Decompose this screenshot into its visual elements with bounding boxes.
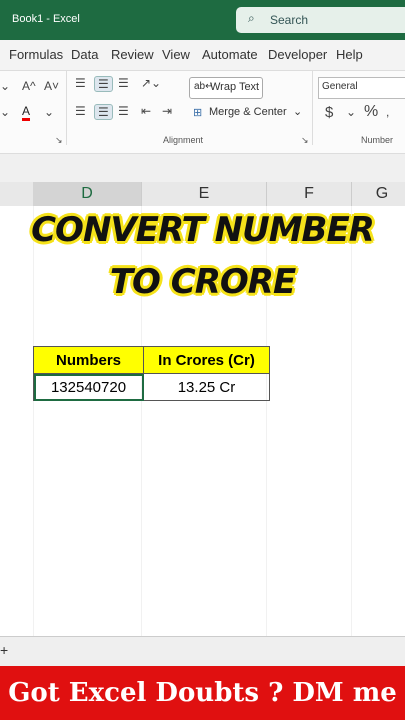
dialog-launcher-icon[interactable]: ↘	[301, 135, 309, 146]
merge-icon: ⊞	[193, 107, 203, 119]
orientation-icon[interactable]: ↗⌄	[141, 76, 161, 90]
data-table: Numbers In Crores (Cr) 132540720 13.25 C…	[33, 346, 270, 401]
increase-indent-icon[interactable]: ⇥	[162, 104, 172, 118]
align-left-icon[interactable]: ☰	[75, 104, 86, 118]
align-middle-icon[interactable]: ☰	[94, 76, 113, 92]
font-dialog-launcher-icon[interactable]: ↘	[55, 135, 63, 146]
menu-review[interactable]: Review	[111, 47, 154, 62]
wrap-text-label: Wrap Text	[210, 81, 260, 93]
footer-banner: Got Excel Doubts ? DM me	[0, 666, 405, 720]
percent-button[interactable]: %	[364, 103, 378, 121]
search-box[interactable]: ⌕ Search	[236, 7, 405, 33]
group-label-number: Number	[361, 135, 394, 145]
decrease-font-button[interactable]: A˅	[44, 79, 59, 93]
window-title: Book1 - Excel	[12, 13, 80, 25]
header-numbers[interactable]: Numbers	[33, 346, 144, 374]
cell-crores[interactable]: 13.25 Cr	[143, 373, 270, 401]
align-center-icon[interactable]: ☰	[94, 104, 113, 120]
font-color-button[interactable]: A	[22, 104, 31, 121]
overlay-title-line2: TO CRORE	[109, 262, 296, 302]
align-right-icon[interactable]: ☰	[118, 104, 129, 118]
number-format-dropdown[interactable]: General	[318, 77, 405, 99]
increase-font-button[interactable]: A^	[22, 79, 36, 93]
cell-number[interactable]: 132540720	[33, 373, 144, 401]
menu-data[interactable]: Data	[71, 47, 98, 62]
column-header-e[interactable]: E	[142, 182, 267, 207]
title-bar: Book1 - Excel ⌕ Search	[0, 0, 405, 40]
search-icon: ⌕	[248, 11, 255, 25]
comma-style-icon[interactable]: ,	[386, 105, 389, 119]
align-top-icon[interactable]: ☰	[75, 76, 86, 90]
chevron-down-icon: ⌄	[293, 106, 303, 118]
menu-bar: Formulas Data Review View Automate Devel…	[0, 40, 405, 71]
overlay-title-line1: CONVERT NUMBER	[31, 210, 375, 250]
align-bottom-icon[interactable]: ☰	[118, 76, 129, 90]
table-header-row: Numbers In Crores (Cr)	[33, 346, 270, 374]
merge-center-button[interactable]: ⊞ Merge & Center ⌄	[189, 103, 304, 123]
menu-formulas[interactable]: Formulas	[9, 47, 63, 62]
font-size-dropdown[interactable]: ⌄	[0, 79, 10, 93]
wrap-text-button[interactable]: ab↵ Wrap Text	[189, 77, 263, 99]
menu-automate[interactable]: Automate	[202, 47, 258, 62]
sheet-tab-bar: +	[0, 636, 405, 667]
merge-center-label: Merge & Center	[209, 106, 287, 118]
number-format-value: General	[322, 81, 358, 92]
currency-dropdown-icon[interactable]: ⌄	[346, 105, 356, 119]
menu-view[interactable]: View	[162, 47, 190, 62]
column-header-d[interactable]: D	[33, 182, 142, 208]
header-in-crores[interactable]: In Crores (Cr)	[143, 346, 270, 374]
search-placeholder: Search	[270, 13, 309, 27]
formula-bar-area	[0, 154, 405, 182]
table-row: 132540720 13.25 Cr	[33, 373, 270, 401]
fill-dropdown[interactable]: ⌄	[0, 105, 10, 119]
add-sheet-button[interactable]: +	[0, 642, 8, 658]
group-label-alignment: Alignment	[163, 135, 204, 145]
column-header-c[interactable]	[0, 182, 34, 207]
currency-button[interactable]: $	[325, 104, 333, 121]
ribbon: ⌄ A^ A˅ ⌄ A ⌄ ☰ ☰ ☰ ↗⌄ ☰ ☰ ☰ ⇤ ⇥ ab↵ Wra…	[0, 71, 405, 154]
menu-help[interactable]: Help	[336, 47, 363, 62]
column-header-g[interactable]: G	[352, 182, 405, 207]
font-color-dropdown[interactable]: ⌄	[44, 105, 54, 119]
decrease-indent-icon[interactable]: ⇤	[141, 104, 151, 118]
column-header-f[interactable]: F	[267, 182, 352, 207]
menu-developer[interactable]: Developer	[268, 47, 327, 62]
